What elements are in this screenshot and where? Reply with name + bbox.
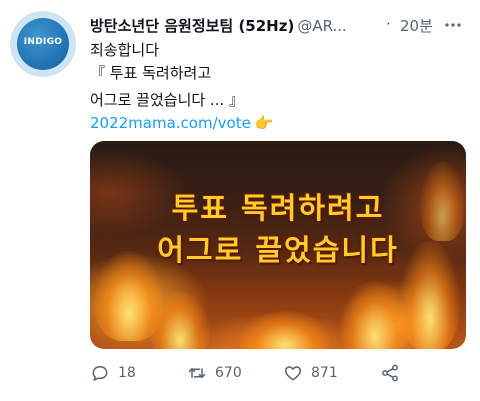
media-text-line-1: 투표 독려하려고 — [171, 191, 385, 225]
separator-dot: · — [386, 15, 391, 33]
pointing-hand-icon: 👉 — [254, 114, 274, 132]
retweet-button[interactable]: 670 — [187, 360, 242, 386]
avatar-text: INDIGO — [23, 37, 63, 47]
tweet-text-line-1: 죄송합니다 — [90, 41, 160, 59]
vote-link[interactable]: 2022mama.com/vote — [90, 114, 251, 132]
more-options-icon[interactable] — [444, 19, 462, 31]
flame-shape — [240, 311, 330, 349]
tweet[interactable]: INDIGO 방탄소년단 음원정보팀 (52Hz) @AR... · 20분 죄송… — [0, 0, 480, 401]
flame-shape — [150, 291, 210, 349]
tweet-header: 방탄소년단 음원정보팀 (52Hz) @AR... · 20분 — [90, 15, 470, 39]
display-name[interactable]: 방탄소년단 음원정보팀 (52Hz) — [90, 17, 294, 35]
avatar[interactable]: INDIGO — [10, 11, 76, 77]
share-button[interactable] — [380, 360, 400, 386]
retweet-icon — [188, 368, 206, 378]
share-icon — [382, 364, 398, 382]
like-count: 871 — [311, 365, 338, 381]
tweet-actions: 18 670 871 — [90, 360, 470, 386]
tweet-time[interactable]: 20분 — [400, 15, 433, 36]
heart-icon — [284, 366, 302, 381]
vote-link-line: 2022mama.com/vote 👉 — [90, 112, 274, 134]
like-button[interactable]: 871 — [283, 360, 338, 386]
reply-icon — [92, 366, 108, 381]
media-image[interactable]: 투표 독려하려고 어그로 끌었습니다 — [90, 141, 466, 349]
reply-count: 18 — [118, 365, 136, 381]
reply-button[interactable]: 18 — [90, 360, 136, 386]
user-handle[interactable]: @AR... — [297, 17, 346, 35]
tweet-text-line-3: 어그로 끌었습니다 ... 』 — [90, 91, 245, 109]
retweet-count: 670 — [215, 365, 242, 381]
media-text-line-2: 어그로 끌었습니다 — [157, 233, 399, 267]
tweet-text-line-2: 『 투표 독려하려고 — [90, 64, 212, 82]
